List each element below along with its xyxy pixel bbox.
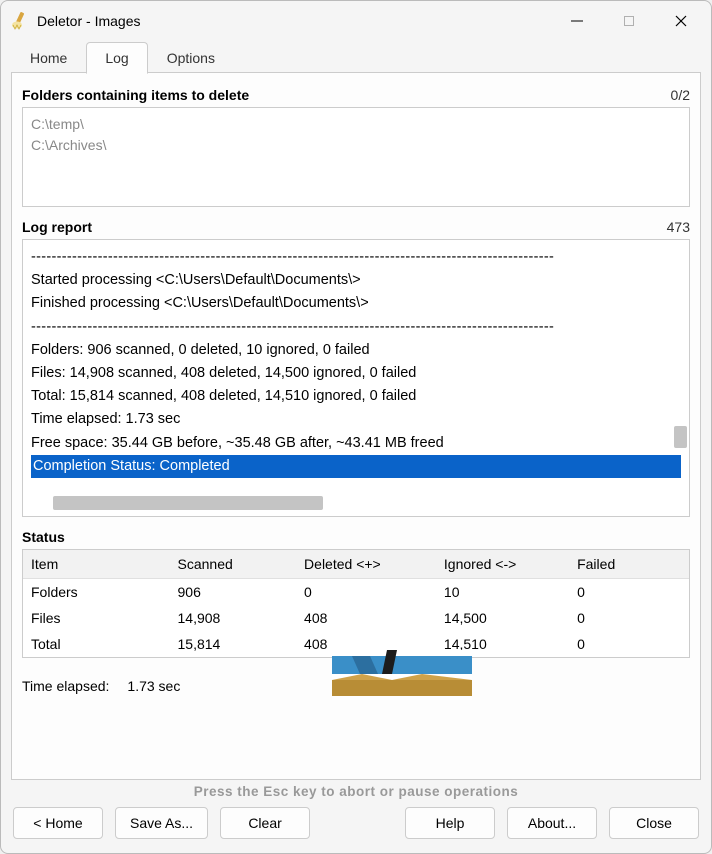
- folder-item[interactable]: C:\temp\: [31, 114, 681, 135]
- tab-log[interactable]: Log: [86, 42, 147, 74]
- hint-text: Press the Esc key to abort or pause oper…: [1, 784, 711, 799]
- table-row[interactable]: Folders 906 0 10 0: [23, 579, 689, 606]
- folder-item[interactable]: C:\Archives\: [31, 135, 681, 156]
- col-deleted[interactable]: Deleted <+>: [296, 550, 436, 579]
- tab-home[interactable]: Home: [11, 42, 86, 74]
- log-line[interactable]: Free space: 35.44 GB before, ~35.48 GB a…: [31, 432, 681, 455]
- save-as-button[interactable]: Save As...: [115, 807, 208, 839]
- about-button[interactable]: About...: [507, 807, 597, 839]
- status-table: Item Scanned Deleted <+> Ignored <-> Fai…: [22, 549, 690, 658]
- log-line[interactable]: Folders: 906 scanned, 0 deleted, 10 igno…: [31, 339, 681, 362]
- status-section: Status Item Scanned Deleted <+> Ignored …: [22, 529, 690, 769]
- col-scanned[interactable]: Scanned: [170, 550, 297, 579]
- close-dialog-button[interactable]: Close: [609, 807, 699, 839]
- log-line[interactable]: ----------------------------------------…: [31, 316, 681, 339]
- window-controls: [565, 9, 693, 33]
- log-line[interactable]: Time elapsed: 1.73 sec: [31, 408, 681, 431]
- log-line[interactable]: Started processing <C:\Users\Default\Doc…: [31, 269, 681, 292]
- tab-content: Folders containing items to delete 0/2 C…: [11, 73, 701, 780]
- status-image: [332, 650, 472, 700]
- folders-header: Folders containing items to delete: [22, 87, 249, 103]
- status-footer: Time elapsed: 1.73 sec: [22, 666, 690, 706]
- minimize-button[interactable]: [565, 9, 589, 33]
- help-button[interactable]: Help: [405, 807, 495, 839]
- col-failed[interactable]: Failed: [569, 550, 689, 579]
- col-ignored[interactable]: Ignored <->: [436, 550, 569, 579]
- titlebar: Deletor - Images: [1, 1, 711, 41]
- folders-section: Folders containing items to delete 0/2 C…: [22, 87, 690, 207]
- log-line[interactable]: Files: 14,908 scanned, 408 deleted, 14,5…: [31, 362, 681, 385]
- log-line[interactable]: Total: 15,814 scanned, 408 deleted, 14,5…: [31, 385, 681, 408]
- tab-bar: Home Log Options: [1, 41, 711, 73]
- log-horizontal-scrollbar[interactable]: [53, 496, 323, 510]
- logreport-header: Log report: [22, 219, 92, 235]
- col-item[interactable]: Item: [23, 550, 170, 579]
- table-row[interactable]: Files 14,908 408 14,500 0: [23, 605, 689, 631]
- time-elapsed-label: Time elapsed:: [22, 678, 109, 694]
- logreport-box[interactable]: ----------------------------------------…: [22, 239, 690, 517]
- log-line-selected[interactable]: Completion Status: Completed: [31, 455, 681, 478]
- folders-count: 0/2: [671, 87, 690, 103]
- close-button[interactable]: [669, 9, 693, 33]
- tab-options[interactable]: Options: [148, 42, 234, 74]
- button-bar: < Home Save As... Clear Help About... Cl…: [1, 801, 711, 853]
- home-button[interactable]: < Home: [13, 807, 103, 839]
- log-line[interactable]: Finished processing <C:\Users\Default\Do…: [31, 292, 681, 315]
- log-vertical-scrollbar[interactable]: [674, 426, 687, 448]
- maximize-button[interactable]: [617, 9, 641, 33]
- clear-button[interactable]: Clear: [220, 807, 310, 839]
- folders-listbox[interactable]: C:\temp\ C:\Archives\: [22, 107, 690, 207]
- status-header: Status: [22, 529, 65, 545]
- window-title: Deletor - Images: [37, 13, 565, 29]
- app-icon: [11, 12, 29, 30]
- log-line[interactable]: ----------------------------------------…: [31, 246, 681, 269]
- time-elapsed-value: 1.73 sec: [127, 678, 180, 694]
- logreport-count: 473: [667, 219, 690, 235]
- logreport-section: Log report 473 -------------------------…: [22, 219, 690, 517]
- app-window: Deletor - Images Home Log Options Folder…: [0, 0, 712, 854]
